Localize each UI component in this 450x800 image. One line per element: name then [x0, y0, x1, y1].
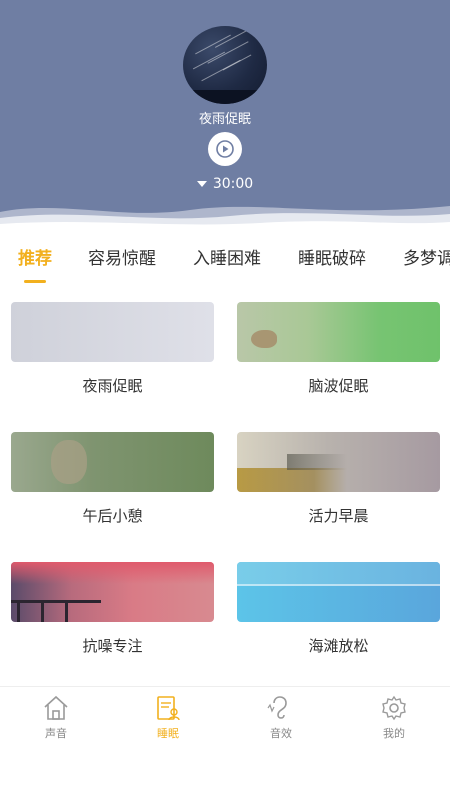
nav-label: 音效 [270, 727, 292, 740]
card-label: 抗噪专注 [82, 637, 143, 655]
album-cover[interactable] [183, 26, 267, 104]
chevron-down-icon [196, 181, 207, 187]
card-night-rain-sleep[interactable] [11, 302, 214, 362]
player-header: 夜雨促眠 30:00 [0, 0, 450, 228]
bottom-safe-area [0, 750, 450, 800]
bottom-navigation: 声音 睡眠 音效 我的 [0, 686, 450, 751]
tab-dreamy[interactable]: 多梦调 [403, 244, 450, 269]
tab-broken-sleep[interactable]: 睡眠破碎 [298, 244, 366, 269]
nav-mine[interactable]: 我的 [338, 693, 450, 749]
nav-sound-effects[interactable]: 音效 [225, 693, 337, 749]
card-energetic-morning[interactable] [237, 432, 440, 492]
play-button[interactable] [208, 132, 242, 166]
play-icon [216, 140, 234, 158]
home-icon [44, 695, 68, 720]
sleep-report-icon [157, 696, 180, 721]
nav-label: 声音 [45, 727, 67, 740]
nav-sound[interactable]: 声音 [0, 693, 112, 749]
tab-easily-awakened[interactable]: 容易惊醒 [88, 244, 156, 269]
active-tab-indicator [24, 280, 46, 283]
nav-sleep[interactable]: 睡眠 [112, 693, 224, 749]
tab-hard-to-fall-asleep[interactable]: 入睡困难 [193, 244, 261, 269]
nav-label: 睡眠 [157, 727, 179, 740]
card-label: 脑波促眠 [308, 377, 369, 395]
track-title: 夜雨促眠 [198, 112, 251, 127]
wave-decoration [0, 206, 450, 228]
card-noise-focus[interactable] [11, 562, 214, 622]
tab-recommend[interactable]: 推荐 [18, 244, 52, 269]
card-brainwave-sleep[interactable] [237, 302, 440, 362]
card-label: 活力早晨 [308, 507, 369, 525]
category-tabs: 推荐 容易惊醒 入睡困难 睡眠破碎 多梦调 [0, 236, 450, 286]
ear-icon [267, 696, 287, 719]
card-label: 夜雨促眠 [82, 377, 143, 395]
card-afternoon-nap[interactable] [11, 432, 214, 492]
gear-icon [382, 695, 406, 721]
card-label: 海滩放松 [308, 637, 369, 655]
nav-label: 我的 [383, 727, 405, 740]
card-label: 午后小憩 [82, 507, 143, 525]
card-beach-relax[interactable] [237, 562, 440, 622]
